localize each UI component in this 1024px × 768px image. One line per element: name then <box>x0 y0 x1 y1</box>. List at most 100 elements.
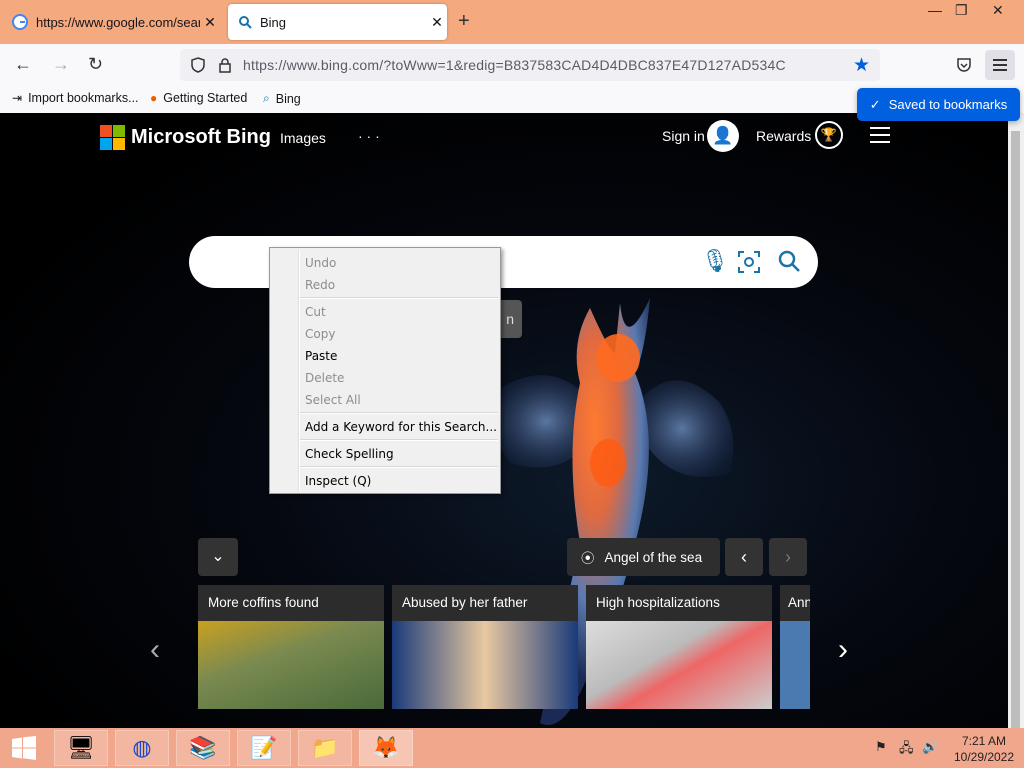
taskbar-firefox[interactable]: 🦊 <box>359 730 413 766</box>
carousel-left-arrow-icon[interactable]: ‹ <box>150 633 160 667</box>
start-button[interactable] <box>0 730 48 766</box>
next-image-button[interactable]: › <box>769 538 807 576</box>
menu-item-inspect[interactable]: Inspect (Q) <box>305 474 371 488</box>
menu-item-paste[interactable]: Paste <box>305 349 337 363</box>
news-card-image <box>780 621 810 709</box>
context-menu: Undo Redo Cut Copy Paste Delete Select A… <box>269 247 501 494</box>
menu-button[interactable] <box>985 50 1015 80</box>
menu-item-cut[interactable]: Cut <box>305 305 326 319</box>
location-label: Angel of the sea <box>604 549 703 565</box>
scrollbar-thumb[interactable] <box>1011 131 1020 731</box>
notepad-icon: 📝 <box>250 735 278 760</box>
taskbar-app-2[interactable]: ◍ <box>115 730 169 766</box>
trophy-icon[interactable]: 🏆 <box>815 121 843 149</box>
pocket-icon[interactable] <box>956 57 972 73</box>
new-tab-button[interactable]: + <box>458 10 470 33</box>
rewards-link[interactable]: Rewards <box>756 128 811 144</box>
close-tab-icon[interactable]: ✕ <box>200 14 220 31</box>
menu-item-select-all[interactable]: Select All <box>305 393 361 407</box>
bookmark-getting-started[interactable]: ● Getting Started <box>150 91 247 105</box>
bookmark-star-icon[interactable]: ★ <box>853 54 870 77</box>
news-card-caption: High hospitalizations <box>586 585 772 621</box>
url-text[interactable]: https://www.bing.com/?toWww=1&redig=B837… <box>243 57 786 73</box>
back-arrow-icon[interactable]: ← <box>14 54 32 75</box>
microsoft-bing-logo[interactable]: Microsoft Bing <box>100 125 271 150</box>
clock[interactable]: 7:21 AM 10/29/2022 <box>948 733 1020 765</box>
bookmark-label: Import bookmarks... <box>28 91 139 105</box>
taskbar-file-explorer[interactable]: 📁 <box>298 730 352 766</box>
carousel-right-arrow-icon[interactable]: › <box>838 633 848 667</box>
close-window-button[interactable]: ✕ <box>992 2 1004 19</box>
bing-page: Microsoft Bing Images · · · Sign in 👤 Re… <box>0 113 1008 728</box>
taskbar-remote-desktop[interactable]: 🖥 <box>54 730 108 766</box>
hamburger-icon <box>993 59 1007 71</box>
news-card-caption: More coffins found <box>198 585 384 621</box>
visual-search-icon[interactable] <box>737 250 761 274</box>
news-card-image <box>392 621 578 709</box>
import-icon: ⇥ <box>12 91 23 105</box>
news-card-image <box>198 621 384 709</box>
windows-logo-icon <box>12 736 36 760</box>
reload-icon[interactable]: ↻ <box>88 54 103 75</box>
logo-text: Microsoft Bing <box>131 126 271 148</box>
forward-arrow-icon[interactable]: → <box>52 54 70 75</box>
shield-icon[interactable] <box>190 57 206 73</box>
clock-time: 7:21 AM <box>961 734 1007 748</box>
bookmark-bing[interactable]: ⌕ Bing <box>263 91 301 106</box>
url-bar[interactable]: https://www.bing.com/?toWww=1&redig=B837… <box>180 49 880 81</box>
navigation-bar: ← → ↻ https://www.bing.com/?toWww=1&redi… <box>0 44 1024 86</box>
menu-separator <box>300 412 498 414</box>
menu-separator <box>300 297 498 299</box>
menu-item-check-spelling[interactable]: Check Spelling <box>305 447 394 461</box>
user-avatar-icon[interactable]: 👤 <box>707 120 739 152</box>
search-icon <box>239 16 252 29</box>
taskbar-notepad[interactable]: 📝 <box>237 730 291 766</box>
menu-item-add-keyword[interactable]: Add a Keyword for this Search... <box>305 420 497 434</box>
winrar-icon: 📚 <box>189 735 217 760</box>
menu-item-undo[interactable]: Undo <box>305 256 336 270</box>
news-card-image <box>586 621 772 709</box>
previous-image-button[interactable]: ‹ <box>725 538 763 576</box>
notification-label: Saved to bookmarks <box>888 97 1008 112</box>
search-icon[interactable] <box>777 249 801 273</box>
news-card[interactable]: High hospitalizations <box>586 585 772 709</box>
microphone-icon[interactable]: 🎙 <box>701 248 729 274</box>
restore-button[interactable]: ❐ <box>955 2 968 19</box>
page-scrollbar[interactable] <box>1008 113 1024 731</box>
bookmark-label: Getting Started <box>163 91 248 105</box>
taskbar: 🖥 ◍ 📚 📝 📁 🦊 ⚑ 🖧 🔊 7:21 AM 10/29/2022 <box>0 728 1024 768</box>
checkmark-icon: ✓ <box>869 96 881 112</box>
minimize-button[interactable]: — <box>928 2 942 18</box>
nav-images-link[interactable]: Images <box>280 130 326 146</box>
volume-icon[interactable]: 🔊 <box>922 739 938 755</box>
close-tab-icon[interactable]: ✕ <box>427 14 447 31</box>
blue-app-icon: ◍ <box>132 735 152 760</box>
hamburger-menu-icon[interactable] <box>870 127 890 148</box>
network-icon[interactable]: 🖧 <box>899 739 914 761</box>
chevron-down-icon[interactable]: ⌄ <box>198 538 238 576</box>
sign-in-link[interactable]: Sign in <box>662 128 705 144</box>
menu-item-copy[interactable]: Copy <box>305 327 335 341</box>
news-card-caption: Abused by her father <box>392 585 578 621</box>
title-bar: https://www.google.com/search? ✕ Bing ✕ … <box>0 0 1024 44</box>
nav-more-link[interactable]: · · · <box>358 128 380 144</box>
news-card[interactable]: More coffins found <box>198 585 384 709</box>
location-pin-icon: ⦿ <box>581 551 595 566</box>
menu-gutter <box>298 250 300 491</box>
news-card[interactable]: Abused by her father <box>392 585 578 709</box>
flag-icon[interactable]: ⚑ <box>875 739 887 755</box>
news-card[interactable]: Ann <box>780 585 810 709</box>
saved-to-bookmarks-notification: ✓ Saved to bookmarks <box>857 88 1020 121</box>
lock-icon[interactable] <box>218 57 232 73</box>
menu-item-redo[interactable]: Redo <box>305 278 335 292</box>
tab-google[interactable]: https://www.google.com/search? ✕ <box>4 4 220 40</box>
tab-title: https://www.google.com/search? <box>36 14 200 30</box>
tab-bing[interactable]: Bing ✕ <box>228 4 447 40</box>
bookmark-import[interactable]: ⇥ Import bookmarks... <box>12 91 139 105</box>
remote-desktop-icon: 🖥 <box>67 735 95 760</box>
search-icon: ⌕ <box>263 91 270 105</box>
image-location-button[interactable]: ⦿ Angel of the sea <box>567 538 720 576</box>
menu-item-delete[interactable]: Delete <box>305 371 344 385</box>
tab-title: Bing <box>260 14 287 30</box>
taskbar-winrar[interactable]: 📚 <box>176 730 230 766</box>
